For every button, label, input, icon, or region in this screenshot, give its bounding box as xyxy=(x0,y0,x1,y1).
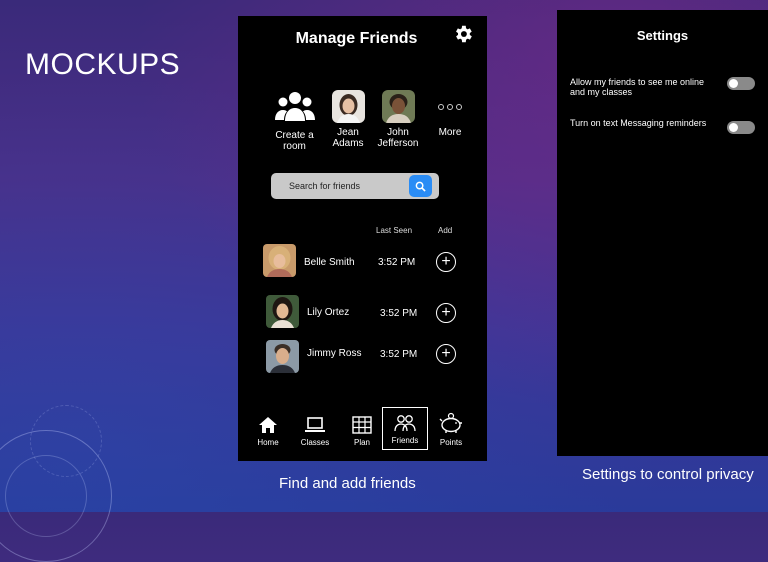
column-header-add: Add xyxy=(438,226,453,235)
more-icon xyxy=(434,90,466,123)
caption-find-friends: Find and add friends xyxy=(279,475,416,492)
last-seen-time: 3:52 PM xyxy=(380,349,418,360)
avatar xyxy=(381,90,415,123)
friends-icon xyxy=(394,415,416,432)
add-friend-button[interactable]: + xyxy=(436,252,456,272)
nav-plan[interactable]: Plan xyxy=(340,406,384,447)
piggy-bank-icon xyxy=(439,412,462,433)
plus-icon: + xyxy=(441,345,451,362)
setting-label: Allow my friends to see me online and my… xyxy=(570,77,705,97)
search-input[interactable]: Search for friends xyxy=(289,181,360,191)
column-header-last-seen: Last Seen xyxy=(376,226,413,235)
quick-action-label: Create a room xyxy=(275,130,314,152)
last-seen-time: 3:52 PM xyxy=(380,308,418,319)
add-friend-button[interactable]: + xyxy=(436,303,456,323)
calendar-grid-icon xyxy=(352,416,372,434)
caption-settings: Settings to control privacy xyxy=(582,466,754,483)
group-icon xyxy=(274,92,315,121)
quick-friend-jean-adams[interactable]: Jean Adams xyxy=(330,90,366,149)
bottom-nav: Home Classes Plan Friends Points xyxy=(238,406,487,456)
friend-row: Jimmy Ross 3:52 PM + xyxy=(238,340,487,376)
friend-name: Jimmy Ross xyxy=(307,348,362,359)
slide-title: MOCKUPS xyxy=(25,48,181,81)
home-icon xyxy=(259,417,277,433)
avatar xyxy=(331,90,365,123)
quick-friend-john-jefferson[interactable]: John Jefferson xyxy=(377,90,419,149)
friend-row: Belle Smith 3:52 PM + xyxy=(238,244,487,280)
online-visibility-toggle[interactable] xyxy=(727,77,755,90)
last-seen-time: 3:52 PM xyxy=(378,257,416,268)
plus-icon: + xyxy=(441,253,451,270)
add-friend-button[interactable]: + xyxy=(436,344,456,364)
quick-action-label: Jean Adams xyxy=(332,127,364,149)
search-icon xyxy=(415,181,426,192)
quick-action-label: John Jefferson xyxy=(377,127,419,149)
nav-friends[interactable]: Friends xyxy=(382,407,428,450)
setting-text-reminders: Turn on text Messaging reminders xyxy=(570,118,755,134)
friend-name: Lily Ortez xyxy=(307,307,350,318)
more-button[interactable]: More xyxy=(434,90,466,138)
friend-row: Lily Ortez 3:52 PM + xyxy=(238,295,487,331)
friend-name: Belle Smith xyxy=(304,257,355,268)
decorative-ring xyxy=(30,405,102,477)
manage-friends-screen: Manage Friends Create a room Jean Adams xyxy=(238,16,487,461)
plus-icon: + xyxy=(441,304,451,321)
setting-label: Turn on text Messaging reminders xyxy=(570,118,707,128)
screen-title: Manage Friends xyxy=(295,30,418,47)
avatar xyxy=(263,244,296,277)
quick-action-label: More xyxy=(438,127,462,138)
nav-points[interactable]: Points xyxy=(429,406,473,447)
avatar xyxy=(266,295,299,328)
search-button[interactable] xyxy=(409,175,432,197)
nav-home[interactable]: Home xyxy=(246,406,290,447)
setting-online-visibility: Allow my friends to see me online and my… xyxy=(570,77,755,97)
search-bar[interactable]: Search for friends xyxy=(271,173,439,199)
avatar xyxy=(266,340,299,373)
create-room-button[interactable]: Create a room xyxy=(272,90,317,152)
laptop-icon xyxy=(305,417,325,432)
screen-title: Settings xyxy=(636,28,689,43)
settings-screen: Settings Allow my friends to see me onli… xyxy=(557,10,768,456)
gear-icon[interactable] xyxy=(452,23,474,45)
nav-classes[interactable]: Classes xyxy=(293,406,337,447)
text-reminders-toggle[interactable] xyxy=(727,121,755,134)
